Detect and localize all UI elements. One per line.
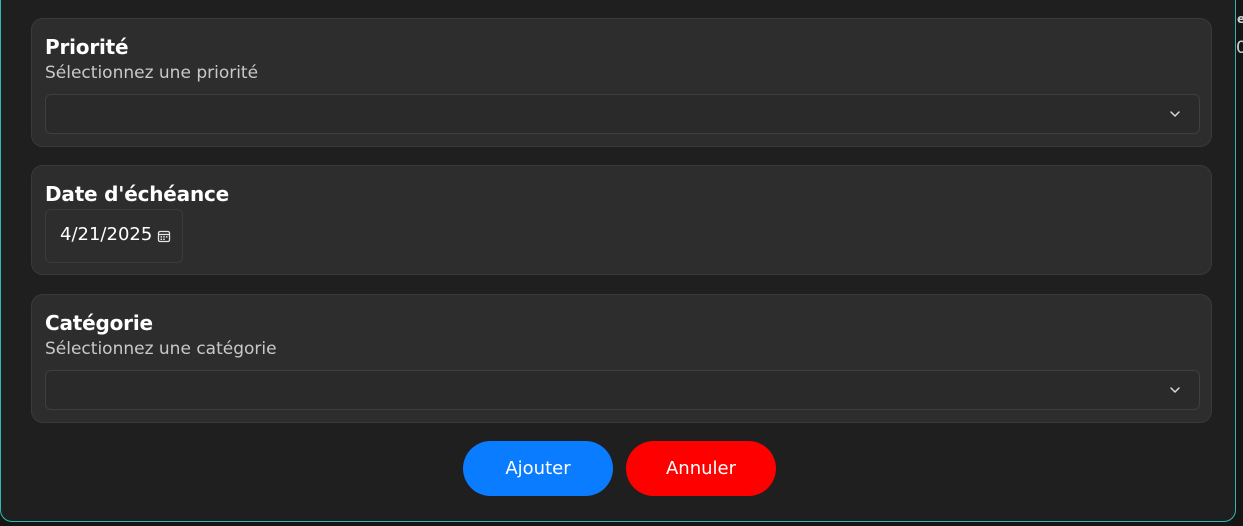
calendar-icon[interactable]: [157, 229, 171, 243]
chevron-down-icon: [1170, 387, 1180, 393]
add-task-modal: Priorité Sélectionnez une priorité Date …: [0, 0, 1236, 522]
backdrop-text-fragment: e: [1237, 12, 1243, 26]
due-date-card: Date d'échéance 4/21/2025: [31, 165, 1212, 275]
priority-card: Priorité Sélectionnez une priorité: [31, 18, 1212, 147]
priority-select[interactable]: [45, 94, 1200, 134]
add-button[interactable]: Ajouter: [463, 441, 613, 496]
cancel-button[interactable]: Annuler: [626, 441, 776, 496]
category-card: Catégorie Sélectionnez une catégorie: [31, 294, 1212, 423]
due-date-input[interactable]: 4/21/2025: [45, 209, 183, 263]
priority-subtitle: Sélectionnez une priorité: [45, 63, 259, 83]
category-select[interactable]: [45, 370, 1200, 410]
category-subtitle: Sélectionnez une catégorie: [45, 339, 277, 359]
priority-title: Priorité: [45, 35, 129, 59]
due-date-title: Date d'échéance: [45, 182, 230, 206]
category-title: Catégorie: [45, 311, 153, 335]
backdrop-text-fragment: 0: [1236, 38, 1243, 58]
chevron-down-icon: [1170, 111, 1180, 117]
due-date-value: 4/21/2025: [60, 224, 153, 245]
